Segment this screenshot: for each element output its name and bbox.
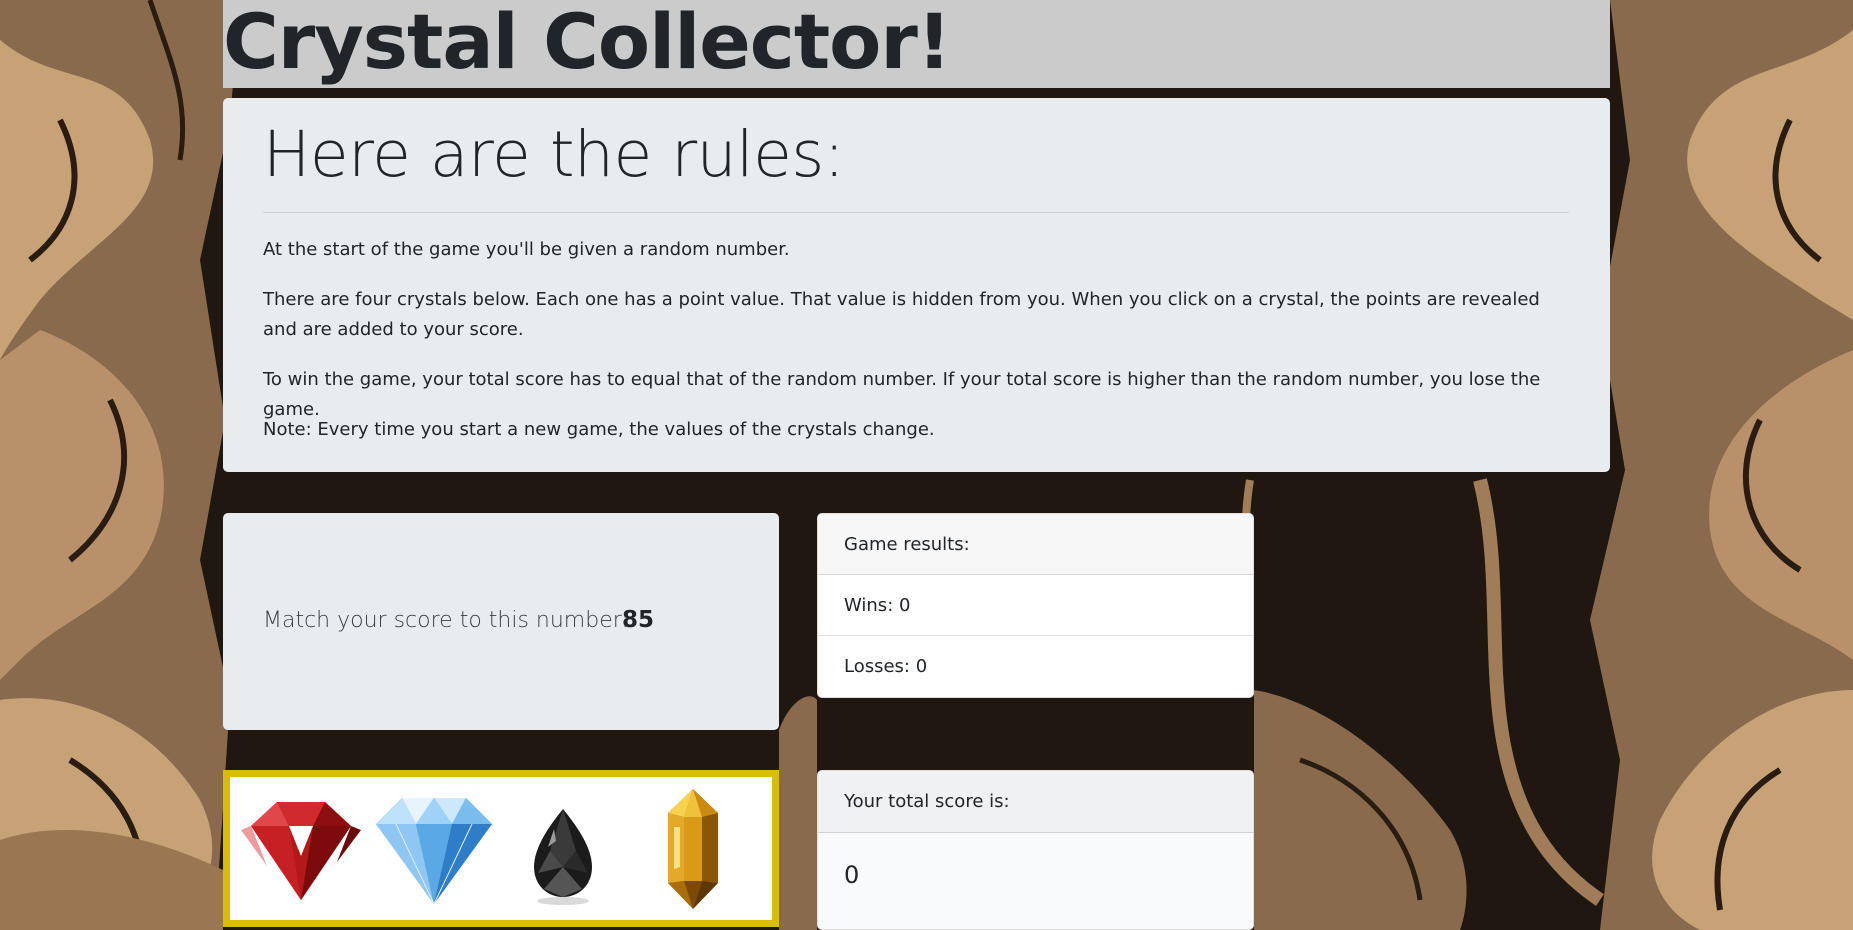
crystals-panel [223, 770, 779, 927]
target-number-value: 85 [622, 607, 655, 633]
rules-heading: Here are the rules: [263, 118, 845, 191]
rules-paragraph: There are four crystals below. Each one … [263, 289, 1540, 340]
red-ruby-icon[interactable] [237, 796, 365, 904]
blue-diamond-icon[interactable] [372, 794, 496, 906]
page-title: Crystal Collector! [223, 0, 952, 86]
rules-panel: Here are the rules: At the start of the … [223, 98, 1610, 472]
total-score-value: 0 [818, 833, 1253, 929]
total-score-header: Your total score is: [818, 771, 1253, 833]
wins-count: Wins: 0 [818, 575, 1253, 636]
black-gem-icon[interactable] [530, 807, 596, 907]
rules-paragraph: At the start of the game you'll be given… [263, 239, 790, 260]
rules-divider [263, 212, 1569, 213]
losses-count: Losses: 0 [844, 656, 928, 677]
total-score-card: Your total score is: 0 [817, 770, 1254, 930]
target-number-label: Match your score to this number: [263, 608, 629, 633]
target-number-panel: Match your score to this number: 85 [223, 513, 779, 730]
amber-crystal-icon[interactable] [660, 787, 726, 911]
title-bar: Crystal Collector! [223, 0, 1610, 88]
game-results-header: Game results: [818, 514, 1253, 575]
rules-paragraph: Note: Every time you start a new game, t… [263, 419, 935, 440]
game-results-card: Game results: Wins: 0 Losses: 0 [817, 513, 1254, 698]
